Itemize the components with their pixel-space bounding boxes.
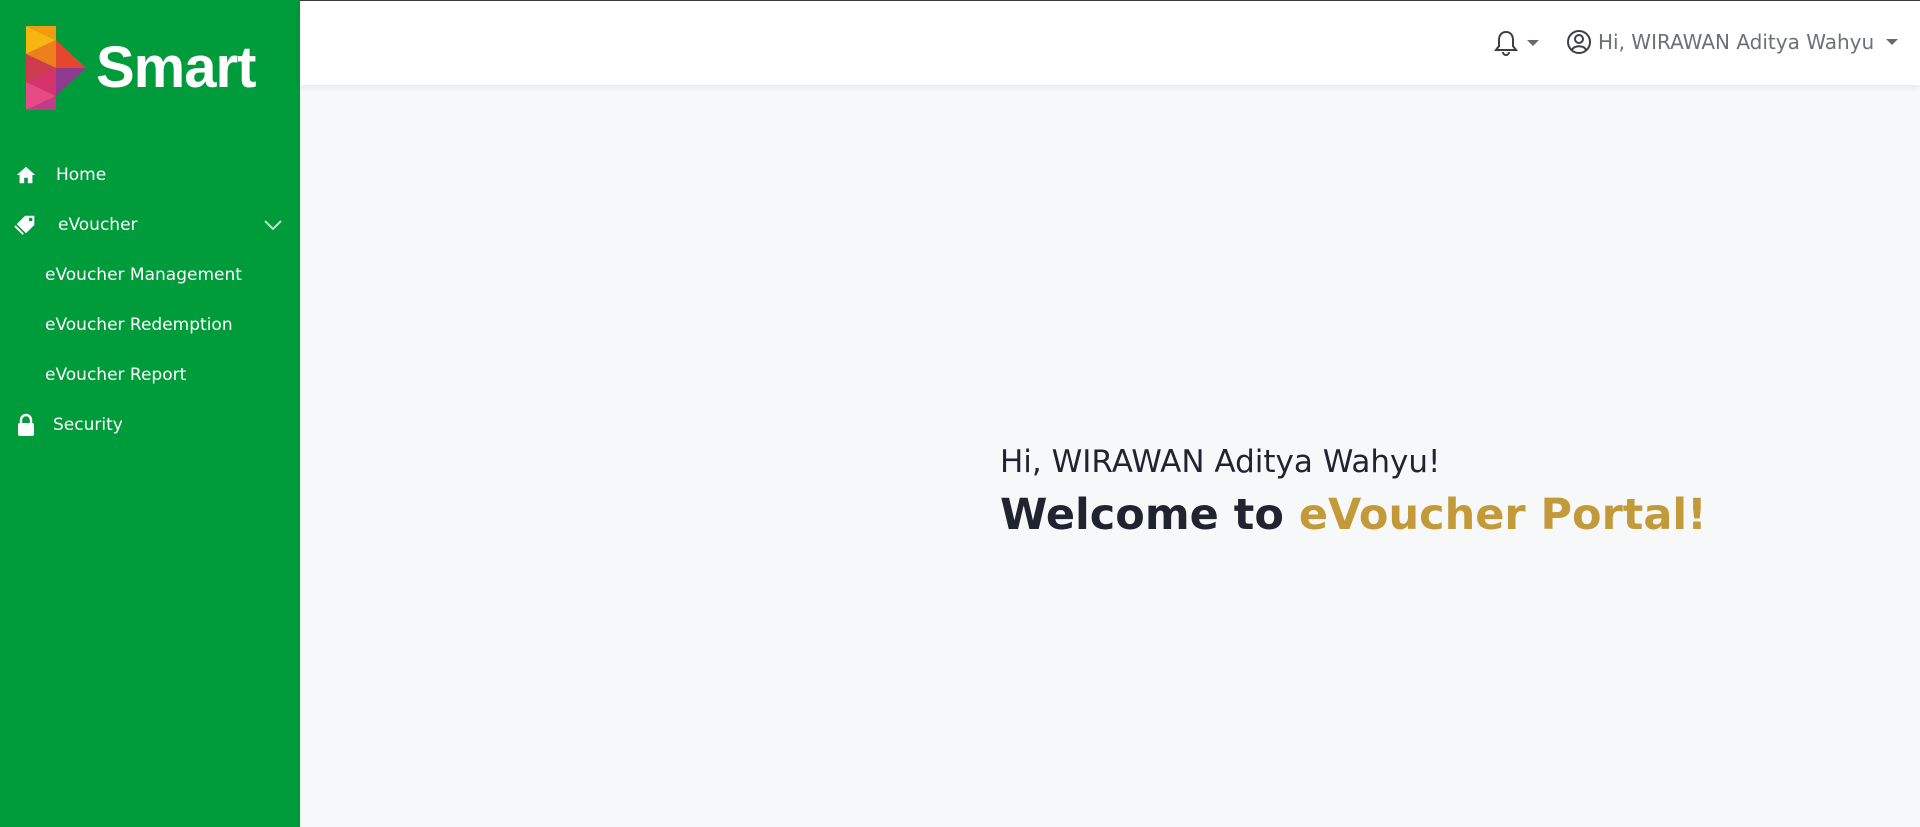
welcome-headline: Welcome to eVoucher Portal! [1000,490,1707,540]
sidebar-item-label: Home [56,165,107,185]
chevron-down-icon[interactable] [263,218,283,232]
sidebar-item-label: eVoucher [58,215,138,235]
welcome-accent: eVoucher Portal! [1298,490,1707,540]
user-menu[interactable]: Hi, WIRAWAN Aditya Wahyu [1566,29,1899,55]
welcome-greeting: Hi, WIRAWAN Aditya Wahyu! [1000,444,1441,480]
sidebar-item-evoucher-redemption[interactable]: eVoucher Redemption [0,300,300,350]
user-greeting: Hi, WIRAWAN Aditya Wahyu [1598,30,1875,54]
welcome-lead: Welcome to [1000,490,1299,540]
home-icon [14,163,38,187]
topbar: Hi, WIRAWAN Aditya Wahyu [300,0,1920,85]
bell-icon [1494,30,1518,56]
sidebar-item-evoucher-management[interactable]: eVoucher Management [0,250,300,300]
sidebar: Smart Home eVoucher eVoucher Management … [0,0,300,827]
sidebar-item-security[interactable]: Security [0,400,300,450]
sidebar-item-label: Security [53,415,123,435]
smart-logo-icon [26,26,86,110]
sidebar-nav: Home eVoucher eVoucher Management eVouch… [0,150,300,450]
sidebar-subitem-label: eVoucher Management [45,265,242,285]
brand-logo[interactable]: Smart [26,26,256,110]
brand-name: Smart [96,35,256,100]
notifications-button[interactable] [1493,29,1539,57]
tag-icon [14,213,38,237]
sidebar-item-home[interactable]: Home [0,150,300,200]
user-circle-icon [1567,30,1591,54]
caret-down-icon [1886,39,1899,45]
lock-icon [14,413,38,437]
sidebar-subitem-label: eVoucher Report [45,365,187,385]
sidebar-subitem-label: eVoucher Redemption [45,315,233,335]
caret-down-icon [1527,40,1539,46]
app-root: Smart Home eVoucher eVoucher Management … [0,0,1920,827]
welcome-panel: Hi, WIRAWAN Aditya Wahyu! Welcome to eVo… [1000,444,1707,540]
sidebar-item-evoucher[interactable]: eVoucher [0,200,300,250]
sidebar-item-evoucher-report[interactable]: eVoucher Report [0,350,300,400]
